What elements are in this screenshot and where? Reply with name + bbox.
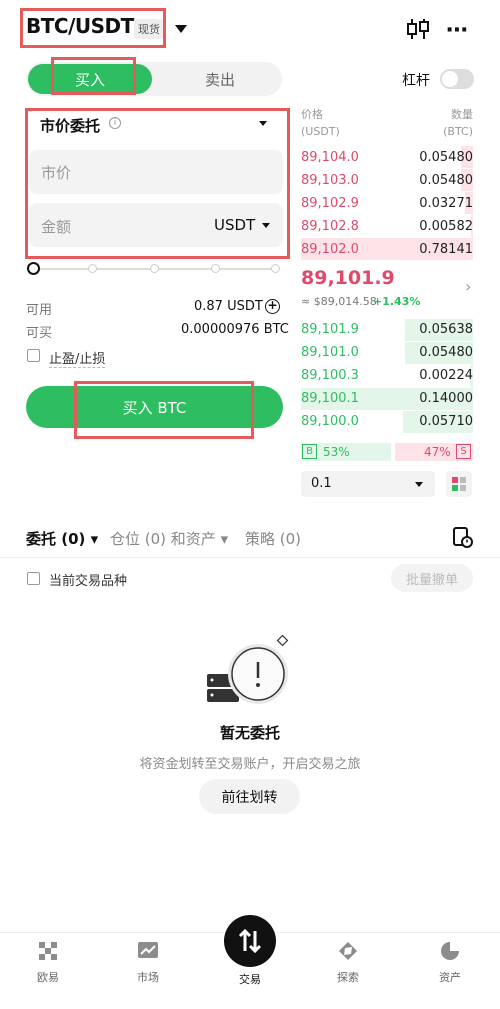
nav-trade-button[interactable] xyxy=(224,915,276,967)
amount-unit-select[interactable]: USDT xyxy=(214,216,255,234)
sell-tab[interactable]: 卖出 xyxy=(160,64,280,94)
ask-qty: 0.05480 xyxy=(419,150,473,165)
ask-price[interactable]: 89,102.8 xyxy=(301,219,359,234)
spot-tag: 现货 xyxy=(134,19,164,39)
slider-tick-100[interactable] xyxy=(271,264,280,273)
amount-placeholder: 金额 xyxy=(41,218,72,236)
tab-strategy[interactable]: 策略 (0) xyxy=(245,528,301,549)
bid-price[interactable]: 89,100.0 xyxy=(301,414,359,429)
ob-qty-header: 数量 (BTC) xyxy=(443,108,473,138)
orderbook-layout-icon[interactable] xyxy=(446,471,472,497)
slider-handle[interactable] xyxy=(27,262,40,275)
bid-qty: 0.00224 xyxy=(419,368,473,383)
amount-field[interactable]: 金额 USDT xyxy=(29,203,283,247)
order-type-select[interactable]: 市价委托 xyxy=(40,115,100,136)
explore-compass-icon xyxy=(339,942,357,960)
nav-okx[interactable]: 欧易 xyxy=(18,941,78,985)
slider-tick-75[interactable] xyxy=(211,264,220,273)
index-price: ≈ $89,014.58 xyxy=(301,295,377,308)
bid-list: 89,101.9 0.05638 89,101.0 0.05480 89,100… xyxy=(301,319,473,439)
current-only-checkbox[interactable] xyxy=(27,572,40,585)
bid-qty: 0.05638 xyxy=(419,322,473,337)
pair-title[interactable]: BTC/USDT xyxy=(26,14,134,38)
trade-arrows-icon xyxy=(238,928,262,954)
current-only-label: 当前交易品种 xyxy=(49,574,128,589)
buy-ratio: 53% xyxy=(323,445,350,459)
buy-btc-button[interactable]: 买入 BTC xyxy=(26,386,283,428)
available-value: 0.87 USDT xyxy=(194,299,263,314)
ask-qty: 0.05480 xyxy=(419,173,473,188)
ask-price[interactable]: 89,103.0 xyxy=(301,173,359,188)
empty-orders-icon xyxy=(207,634,289,704)
tab-orders[interactable]: 委托 (0) ▾ xyxy=(26,528,98,549)
ask-price[interactable]: 89,104.0 xyxy=(301,150,359,165)
nav-explore[interactable]: 探索 xyxy=(318,941,378,985)
pair-dropdown-icon[interactable] xyxy=(175,25,187,33)
bottom-nav: 欧易 市场 交易 探索 资产 xyxy=(0,915,500,1009)
bid-price[interactable]: 89,101.0 xyxy=(301,345,359,360)
ask-qty: 0.78141 xyxy=(419,242,473,257)
order-type-caret-icon[interactable] xyxy=(259,121,267,126)
bid-qty: 0.14000 xyxy=(419,391,473,406)
ask-list: 89,104.0 0.05480 89,103.0 0.05480 89,102… xyxy=(301,146,473,266)
nav-assets[interactable]: 资产 xyxy=(420,941,480,985)
tpsl-checkbox[interactable] xyxy=(27,349,40,362)
info-icon[interactable]: i xyxy=(109,117,121,129)
assets-pie-icon xyxy=(441,942,459,960)
tab-positions[interactable]: 仓位 (0) 和资产 ▾ xyxy=(110,528,228,549)
slider-tick-25[interactable] xyxy=(88,264,97,273)
bid-price[interactable]: 89,100.1 xyxy=(301,391,359,406)
price-change: +1.43% xyxy=(373,295,421,308)
divider xyxy=(0,557,500,558)
bid-qty: 0.05710 xyxy=(419,414,473,429)
bid-price[interactable]: 89,100.3 xyxy=(301,368,359,383)
nav-market[interactable]: 市场 xyxy=(118,941,178,985)
ask-qty: 0.00582 xyxy=(419,219,473,234)
leverage-switch[interactable] xyxy=(440,69,474,89)
last-price: 89,101.9 xyxy=(301,267,395,289)
nav-trade-label[interactable]: 交易 xyxy=(220,971,280,987)
amount-unit-caret-icon[interactable] xyxy=(262,223,270,228)
tpsl-label[interactable]: 止盈/止损 xyxy=(49,348,106,368)
slider-tick-50[interactable] xyxy=(150,264,159,273)
add-funds-icon[interactable]: + xyxy=(265,299,280,314)
sell-ratio-badge: S xyxy=(456,444,471,459)
order-history-icon[interactable] xyxy=(451,526,473,548)
transfer-button[interactable]: 前往划转 xyxy=(199,779,300,814)
can-buy-label: 可买 xyxy=(26,326,53,341)
leverage-label: 杠杆 xyxy=(402,73,430,89)
ob-price-header: 价格 (USDT) xyxy=(301,108,340,138)
empty-subtitle: 将资金划转至交易账户，开启交易之旅 xyxy=(139,757,361,772)
ask-qty: 0.03271 xyxy=(419,196,473,211)
candlestick-icon[interactable] xyxy=(405,16,431,42)
available-label: 可用 xyxy=(26,303,53,318)
empty-title: 暂无委托 xyxy=(219,724,280,742)
chevron-right-icon[interactable]: › xyxy=(465,277,471,296)
okx-logo-icon xyxy=(39,942,57,960)
price-field[interactable]: 市价 xyxy=(29,150,283,194)
ask-price[interactable]: 89,102.0 xyxy=(301,242,359,257)
bid-price[interactable]: 89,101.9 xyxy=(301,322,359,337)
market-chart-icon xyxy=(138,942,158,958)
ask-price[interactable]: 89,102.9 xyxy=(301,196,359,211)
depth-value: 0.1 xyxy=(311,476,332,491)
more-icon[interactable]: ⋯ xyxy=(446,18,469,43)
buy-ratio-badge: B xyxy=(302,444,317,459)
can-buy-value: 0.00000976 BTC xyxy=(181,322,289,337)
sell-ratio: 47% xyxy=(424,445,451,459)
price-placeholder: 市价 xyxy=(41,164,72,182)
buy-tab[interactable]: 买入 xyxy=(28,64,152,94)
depth-caret-icon[interactable] xyxy=(415,482,423,487)
batch-cancel-button[interactable]: 批量撤单 xyxy=(391,564,473,592)
bid-qty: 0.05480 xyxy=(419,345,473,360)
ratio-bar: B 53% 47% S xyxy=(301,443,473,461)
depth-select[interactable]: 0.1 xyxy=(301,471,435,497)
